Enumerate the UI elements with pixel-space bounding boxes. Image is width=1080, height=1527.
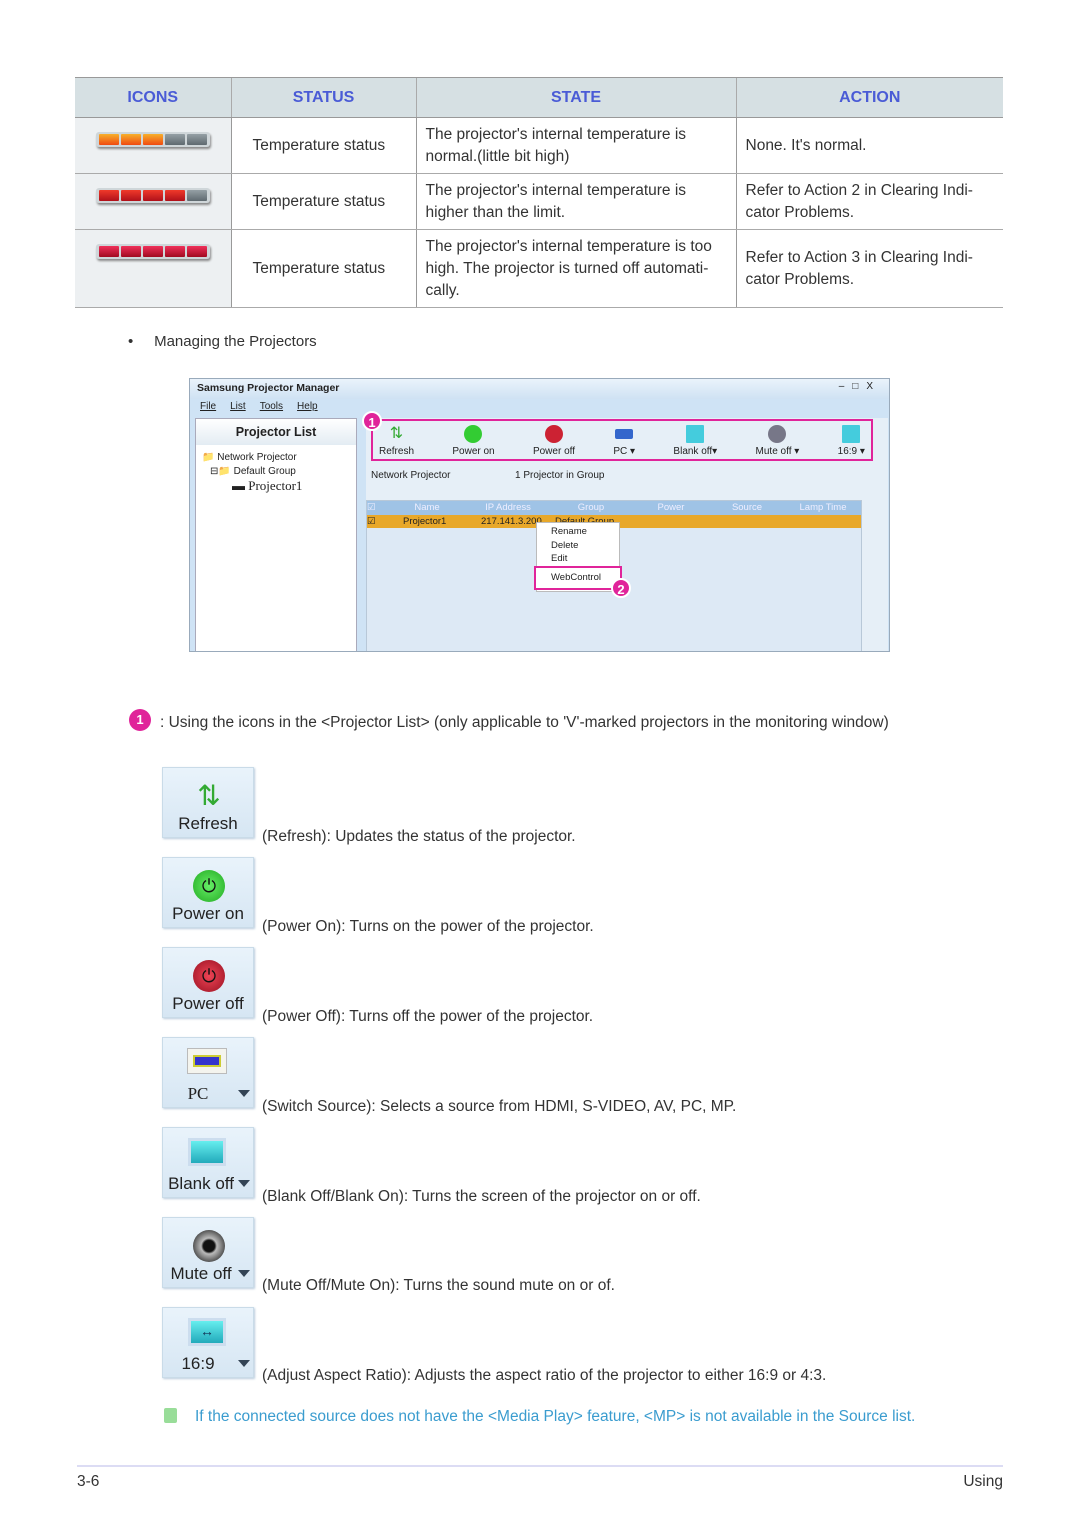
power-off-description: (Power Off): Turns off the power of the … bbox=[262, 1008, 594, 1025]
dropdown-arrow-icon[interactable] bbox=[238, 1360, 250, 1367]
mute-description: (Mute Off/Mute On): Turns the sound mute… bbox=[262, 1277, 615, 1294]
menu-bar: File List Tools Help bbox=[200, 401, 318, 412]
power-off-button[interactable]: ⏻ Power off bbox=[162, 947, 254, 1018]
dropdown-arrow-icon[interactable] bbox=[238, 1270, 250, 1277]
toolbar-blank-off[interactable]: Blank off▾ bbox=[673, 425, 717, 459]
table-row: Temperature status The projector's inter… bbox=[75, 117, 1003, 174]
aspect-description: (Adjust Aspect Ratio): Adjusts the aspec… bbox=[262, 1367, 827, 1384]
window-title: Samsung Projector Manager bbox=[197, 382, 340, 394]
pc-connector-icon bbox=[187, 1048, 227, 1074]
status-cell: Temperature status bbox=[230, 117, 416, 174]
header-action: ACTION bbox=[735, 77, 1003, 118]
dropdown-arrow-icon[interactable] bbox=[238, 1180, 250, 1187]
monitor-icon bbox=[188, 1138, 226, 1166]
power-off-icon: ⏻ bbox=[193, 960, 225, 992]
page-number: 3-6 bbox=[77, 1473, 100, 1490]
tree-default-group[interactable]: ⊟📁 Default Group bbox=[202, 465, 356, 479]
refresh-button[interactable]: ⇅ Refresh bbox=[162, 767, 254, 838]
info-count: 1 Projector in Group bbox=[515, 470, 605, 481]
callout-badge-1: 1 bbox=[129, 709, 151, 731]
table-header: ICONS STATUS STATE ACTION bbox=[75, 77, 1003, 118]
note-text: If the connected source does not have th… bbox=[195, 1408, 916, 1425]
bullet-item: • Managing the Projectors bbox=[128, 333, 317, 350]
tree-network-projector[interactable]: 📁 Network Projector bbox=[202, 451, 356, 465]
menu-help[interactable]: Help bbox=[297, 401, 318, 412]
toolbar-refresh[interactable]: ⇅ Refresh bbox=[379, 425, 414, 459]
menu-edit[interactable]: Edit bbox=[551, 552, 619, 566]
header-state: STATE bbox=[415, 77, 736, 118]
projector-table-header: ☑ Name IP Address Group Power Source Lamp Time bbox=[367, 501, 861, 515]
tree-projector1[interactable]: ▬ Projector1 bbox=[202, 479, 356, 493]
section-name: Using bbox=[963, 1473, 1003, 1490]
window-controls[interactable]: –□X bbox=[839, 381, 881, 392]
sidebar: Projector List 📁 Network Projector ⊟📁 De… bbox=[195, 418, 357, 651]
toolbar-aspect[interactable]: 16:9 ▾ bbox=[838, 425, 865, 459]
status-table: ICONS STATUS STATE ACTION Temperature st… bbox=[75, 77, 1003, 308]
note-icon bbox=[164, 1408, 177, 1423]
callout-badge-1: 1 bbox=[362, 411, 382, 431]
action-cell: Refer to Action 3 in Clearing Indi-cator… bbox=[735, 229, 1003, 308]
temperature-bar-icon bbox=[95, 132, 210, 147]
toolbar-power-off[interactable]: Power off bbox=[533, 425, 575, 459]
menu-webcontrol[interactable]: WebControl bbox=[534, 566, 622, 590]
blank-off-button[interactable]: Blank off bbox=[162, 1127, 254, 1198]
aspect-ratio-icon: ↔ bbox=[188, 1318, 226, 1346]
toolbar-mute-off[interactable]: Mute off ▾ bbox=[756, 425, 799, 459]
row-checkbox[interactable]: ☑ bbox=[367, 515, 387, 528]
action-cell: Refer to Action 2 in Clearing Indi-cator… bbox=[735, 173, 1003, 230]
callout-explanation: : Using the icons in the <Projector List… bbox=[160, 714, 889, 731]
state-cell: The projector's internal temperature is … bbox=[415, 117, 736, 174]
aspect-ratio-button[interactable]: ↔ 16:9 bbox=[162, 1307, 254, 1378]
title-bar: Samsung Projector Manager –□X bbox=[190, 379, 889, 399]
status-cell: Temperature status bbox=[230, 173, 416, 230]
sidebar-title: Projector List bbox=[196, 419, 356, 445]
temperature-bar-icon bbox=[95, 244, 210, 259]
pc-source-button[interactable]: PC bbox=[162, 1037, 254, 1108]
power-on-icon: ⏻ bbox=[193, 870, 225, 902]
app-window: Samsung Projector Manager –□X File List To… bbox=[189, 378, 890, 652]
table-row: Temperature status The projector's inter… bbox=[75, 173, 1003, 230]
menu-tools[interactable]: Tools bbox=[260, 401, 283, 412]
header-status: STATUS bbox=[230, 77, 416, 118]
refresh-icon: ⇅ bbox=[197, 780, 221, 811]
status-cell: Temperature status bbox=[230, 229, 416, 308]
action-cell: None. It's normal. bbox=[735, 117, 1003, 174]
toolbar-power-on[interactable]: Power on bbox=[452, 425, 495, 459]
toolbar-pc[interactable]: PC ▾ bbox=[613, 425, 635, 459]
menu-rename[interactable]: Rename bbox=[551, 525, 619, 539]
bullet-text: Managing the Projectors bbox=[154, 333, 317, 350]
menu-delete[interactable]: Delete bbox=[551, 539, 619, 553]
temperature-bar-icon bbox=[95, 188, 210, 203]
speaker-icon bbox=[193, 1230, 225, 1262]
callout-badge-2: 2 bbox=[611, 578, 631, 598]
state-cell: The projector's internal temperature is … bbox=[415, 229, 736, 308]
dropdown-arrow-icon[interactable] bbox=[238, 1090, 250, 1097]
header-icons: ICONS bbox=[75, 77, 231, 118]
mute-off-button[interactable]: Mute off bbox=[162, 1217, 254, 1288]
menu-list[interactable]: List bbox=[230, 401, 246, 412]
source-description: (Switch Source): Selects a source from H… bbox=[262, 1098, 737, 1115]
power-on-button[interactable]: ⏻ Power on bbox=[162, 857, 254, 928]
blank-description: (Blank Off/Blank On): Turns the screen o… bbox=[262, 1188, 701, 1205]
refresh-description: (Refresh): Updates the status of the pro… bbox=[262, 828, 576, 845]
footer-divider bbox=[77, 1465, 1003, 1467]
info-network-projector: Network Projector bbox=[371, 470, 451, 481]
table-row: Temperature status The projector's inter… bbox=[75, 229, 1003, 308]
state-cell: The projector's internal temperature is … bbox=[415, 173, 736, 230]
menu-file[interactable]: File bbox=[200, 401, 216, 412]
toolbar: ⇅ Refresh Power on Power off PC ▾ Blank o… bbox=[371, 419, 873, 461]
power-on-description: (Power On): Turns on the power of the pr… bbox=[262, 918, 594, 935]
